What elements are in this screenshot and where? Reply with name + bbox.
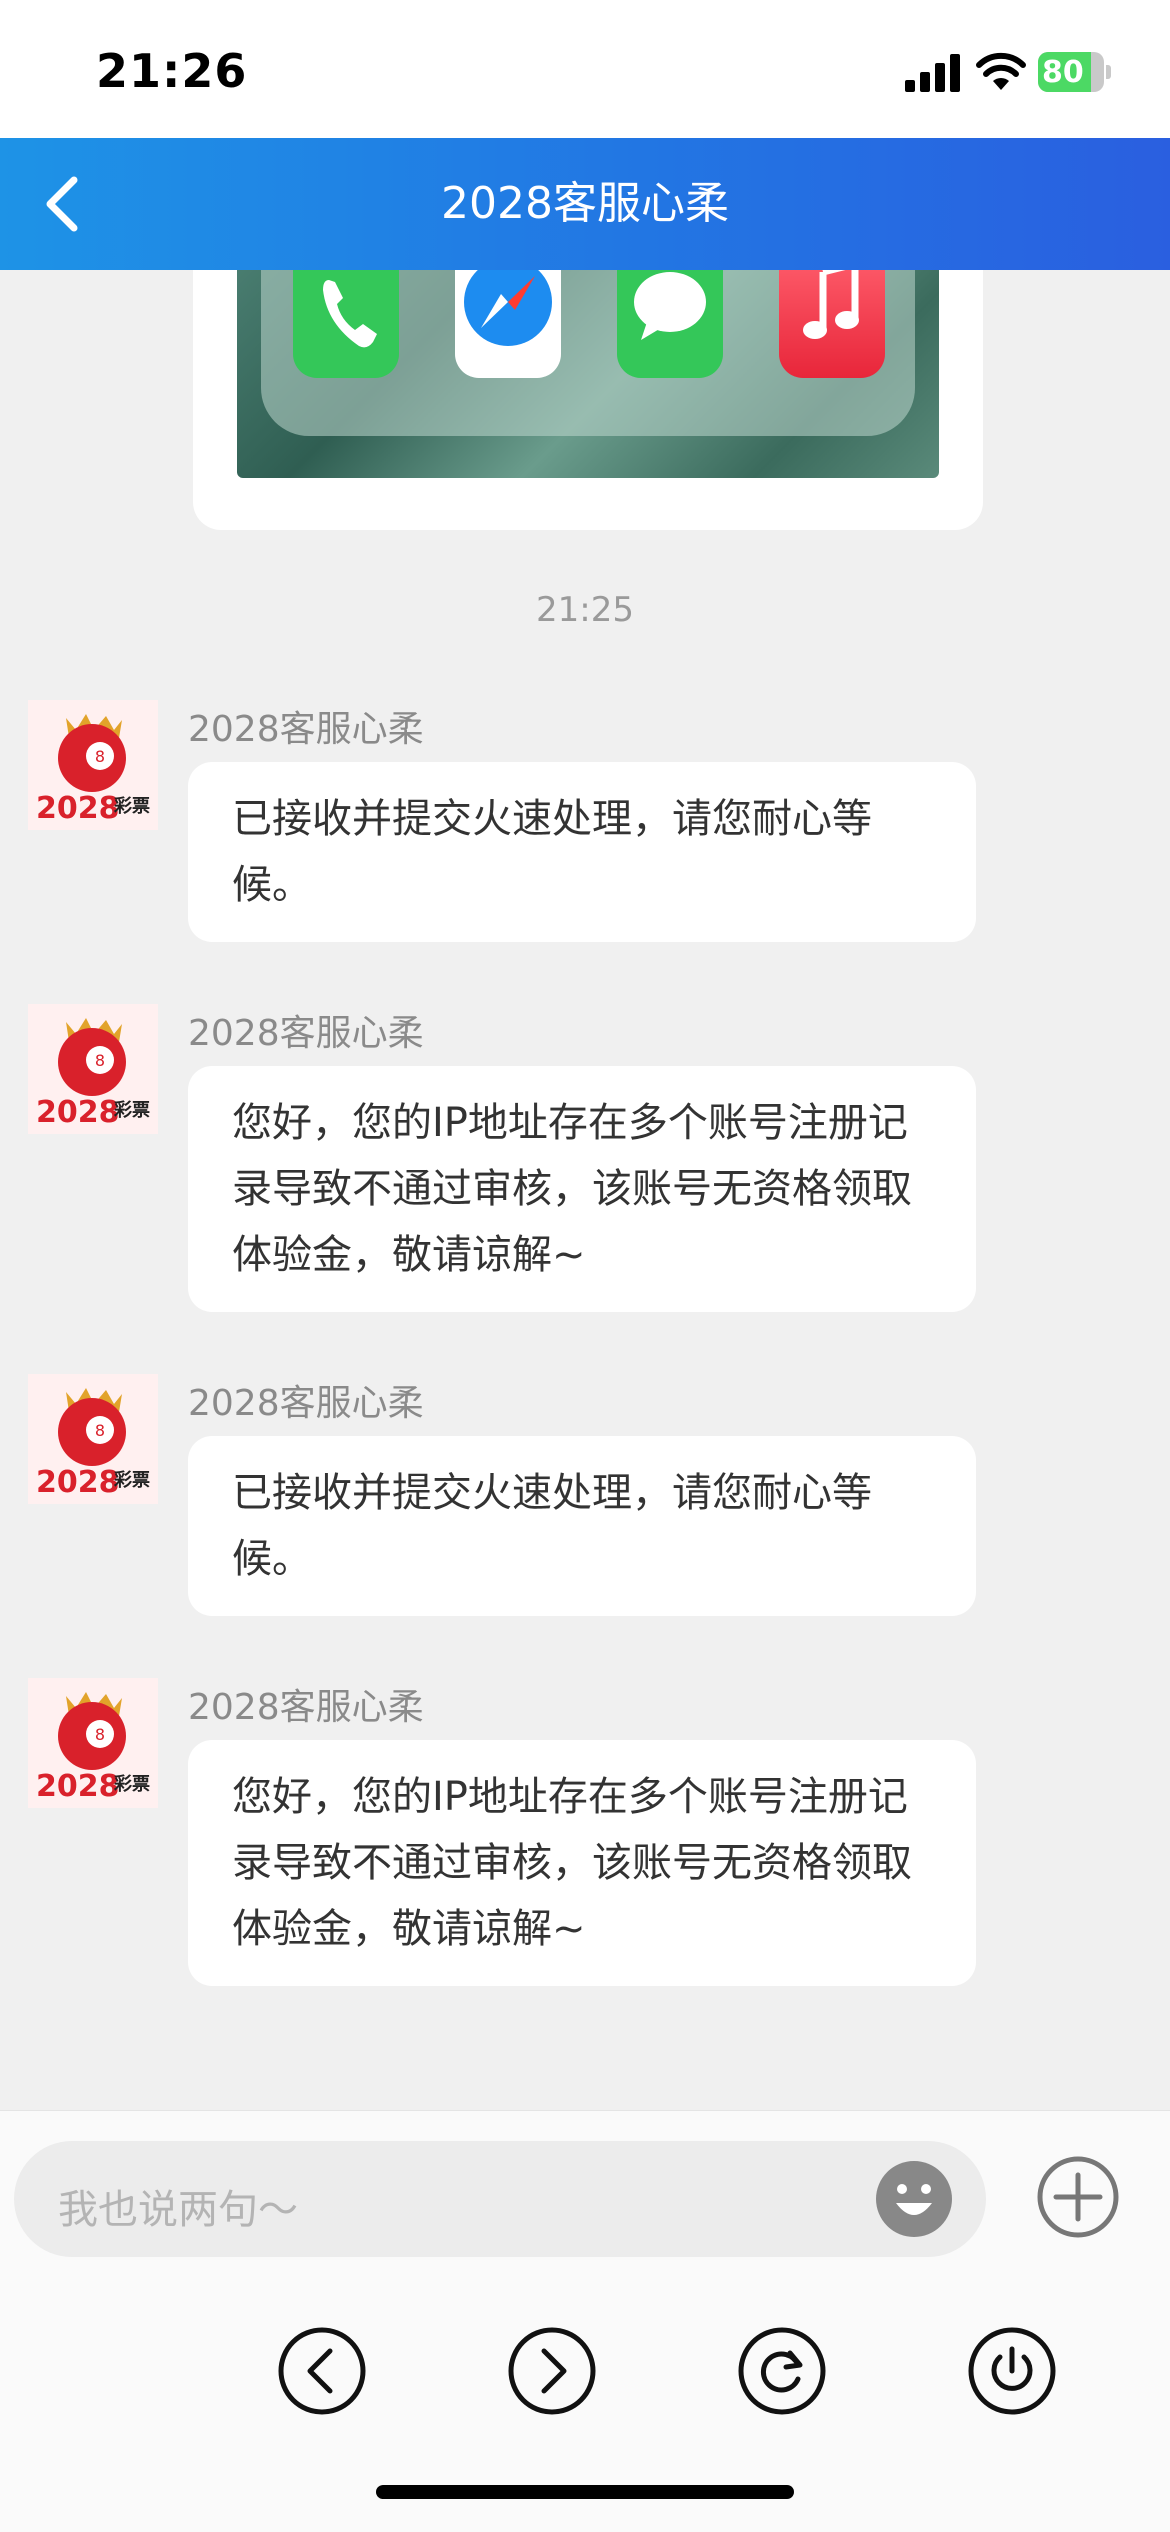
browser-back-button[interactable] [276, 2325, 368, 2417]
svg-text:2028: 2028 [36, 1095, 120, 1130]
chat-screen: 21:26 80 2028客服心柔 21:25 8 2028 彩票 2028客服… [0, 0, 1170, 2532]
input-placeholder: 我也说两句～ [58, 2187, 298, 2233]
svg-text:彩票: 彩票 [113, 1100, 150, 1121]
avatar[interactable]: 8 2028 彩票 [28, 1678, 158, 1808]
message-bubble[interactable]: 已接收并提交火速处理，请您耐心等候。 [188, 762, 976, 942]
dock-preview [261, 270, 915, 436]
chat-list[interactable]: 21:25 8 2028 彩票 2028客服心柔 已接收并提交火速处理，请您耐心… [0, 270, 1170, 2110]
sender-name: 2028客服心柔 [188, 1687, 424, 1728]
emoji-button[interactable] [872, 2157, 956, 2241]
svg-text:8: 8 [95, 1725, 105, 1744]
safari-app-icon [455, 270, 561, 378]
refresh-icon [738, 2327, 826, 2415]
image-preview[interactable] [237, 270, 939, 478]
sender-name: 2028客服心柔 [188, 1013, 424, 1054]
svg-text:2028: 2028 [36, 1769, 120, 1804]
message-bubble[interactable]: 已接收并提交火速处理，请您耐心等候。 [188, 1436, 976, 1616]
svg-text:彩票: 彩票 [113, 796, 150, 817]
avatar[interactable]: 8 2028 彩票 [28, 1004, 158, 1134]
emoji-icon [876, 2161, 952, 2237]
lottery-logo-icon: 8 2028 彩票 [36, 1692, 150, 1804]
image-message[interactable] [193, 270, 983, 530]
battery-charging-icon: 80 [1038, 52, 1112, 92]
home-indicator[interactable] [376, 2485, 794, 2499]
avatar[interactable]: 8 2028 彩票 [28, 700, 158, 830]
status-time: 21:26 [96, 44, 248, 98]
battery-level: 80 [1042, 55, 1084, 90]
svg-text:2028: 2028 [36, 1465, 120, 1500]
add-attachment-button[interactable] [1034, 2153, 1122, 2241]
forward-arrow-icon [508, 2327, 596, 2415]
avatar[interactable]: 8 2028 彩票 [28, 1374, 158, 1504]
svg-text:2028: 2028 [36, 791, 120, 826]
message-bubble[interactable]: 您好，您的IP地址存在多个账号注册记录导致不通过审核，该账号无资格领取体验金，敬… [188, 1066, 976, 1312]
browser-forward-button[interactable] [506, 2325, 598, 2417]
lottery-logo-icon: 8 2028 彩票 [36, 1018, 150, 1130]
message-input[interactable]: 我也说两句～ [14, 2141, 986, 2257]
music-app-icon [779, 270, 885, 378]
back-arrow-icon [278, 2327, 366, 2415]
svg-text:8: 8 [95, 747, 105, 766]
signal-icon [905, 52, 961, 92]
phone-app-icon [293, 270, 399, 378]
svg-text:8: 8 [95, 1051, 105, 1070]
back-button[interactable] [30, 164, 110, 244]
page-title: 2028客服心柔 [441, 178, 729, 229]
refresh-button[interactable] [736, 2325, 828, 2417]
nav-bar: 2028客服心柔 [0, 138, 1170, 270]
message-timestamp: 21:25 [536, 590, 634, 630]
plus-circle-icon [1037, 2156, 1119, 2238]
message-bubble[interactable]: 您好，您的IP地址存在多个账号注册记录导致不通过审核，该账号无资格领取体验金，敬… [188, 1740, 976, 1986]
chevron-left-icon [46, 176, 78, 232]
sender-name: 2028客服心柔 [188, 709, 424, 750]
messages-app-icon [617, 270, 723, 378]
svg-text:彩票: 彩票 [113, 1470, 150, 1491]
svg-text:彩票: 彩票 [113, 1774, 150, 1795]
power-icon [968, 2327, 1056, 2415]
lottery-logo-icon: 8 2028 彩票 [36, 1388, 150, 1500]
input-bar: 我也说两句～ [0, 2110, 1170, 2532]
power-button[interactable] [966, 2325, 1058, 2417]
svg-text:8: 8 [95, 1421, 105, 1440]
status-bar: 21:26 80 [0, 0, 1170, 138]
wifi-icon [975, 48, 1027, 92]
sender-name: 2028客服心柔 [188, 1383, 424, 1424]
lottery-logo-icon: 8 2028 彩票 [36, 714, 150, 826]
